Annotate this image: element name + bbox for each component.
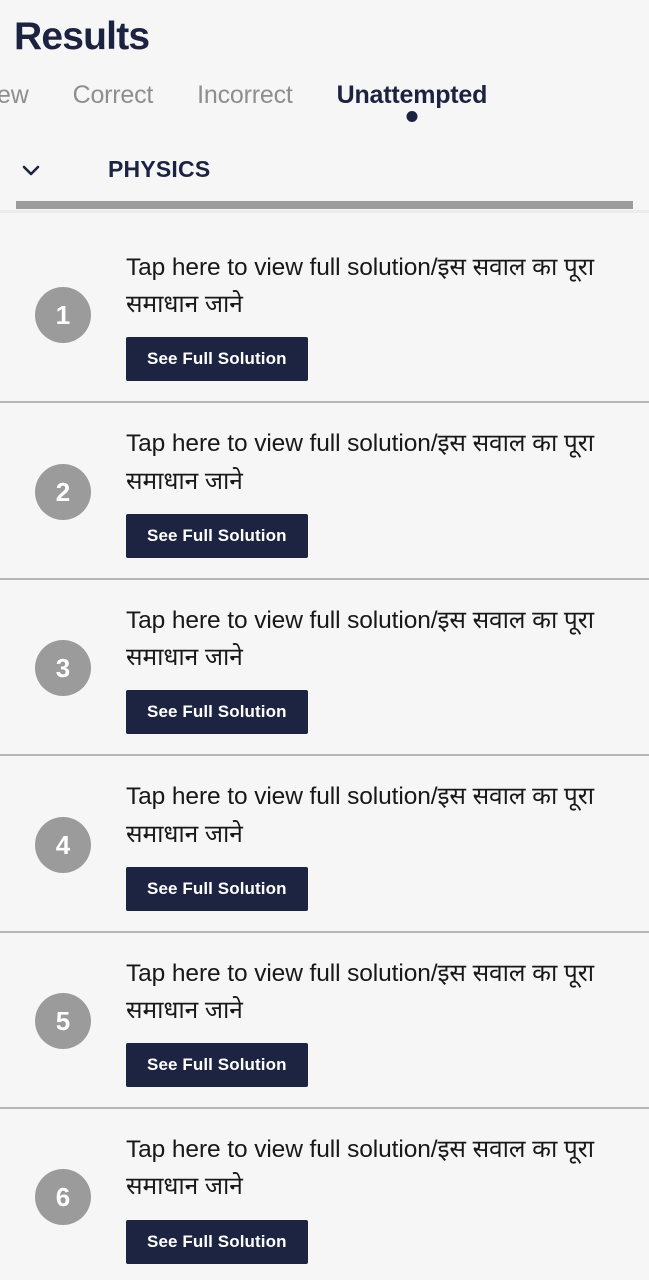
section-scrollbar[interactable] bbox=[0, 200, 649, 217]
question-text: Tap here to view full solution/इस सवाल क… bbox=[126, 253, 594, 319]
question-body: Tap here to view full solution/इस सवाल क… bbox=[126, 425, 639, 558]
see-full-solution-button[interactable]: See Full Solution bbox=[126, 513, 308, 558]
tab-unattempted-label: Unattempted bbox=[336, 80, 488, 109]
section-title: PHYSICS bbox=[108, 156, 211, 183]
results-page: Results Overview Correct Incorrect Unatt… bbox=[0, 0, 649, 1280]
question-list: 1 Tap here to view full solution/इस सवाल… bbox=[0, 227, 649, 1280]
question-number-cell: 6 bbox=[0, 1169, 126, 1226]
see-full-solution-button[interactable]: See Full Solution bbox=[126, 337, 308, 382]
question-number-badge: 3 bbox=[35, 640, 91, 697]
question-number-badge: 1 bbox=[35, 287, 91, 344]
see-full-solution-button[interactable]: See Full Solution bbox=[126, 1219, 308, 1264]
tab-correct[interactable]: Correct bbox=[73, 81, 154, 122]
table-row[interactable]: 5 Tap here to view full solution/इस सवाल… bbox=[0, 933, 649, 1110]
question-number-cell: 4 bbox=[0, 816, 126, 873]
table-row[interactable]: 4 Tap here to view full solution/इस सवाल… bbox=[0, 756, 649, 933]
tab-correct-label: Correct bbox=[72, 80, 154, 109]
question-body: Tap here to view full solution/इस सवाल क… bbox=[126, 1131, 639, 1264]
table-row[interactable]: 3 Tap here to view full solution/इस सवाल… bbox=[0, 580, 649, 757]
question-text: Tap here to view full solution/इस सवाल क… bbox=[126, 1136, 594, 1201]
question-number-badge: 5 bbox=[35, 993, 91, 1049]
question-text: Tap here to view full solution/इस सवाल क… bbox=[126, 959, 594, 1024]
see-full-solution-button[interactable]: See Full Solution bbox=[126, 866, 308, 911]
table-row[interactable]: 1 Tap here to view full solution/इस सवाल… bbox=[0, 227, 649, 404]
question-body: Tap here to view full solution/इस सवाल क… bbox=[126, 249, 639, 382]
page-title: Results bbox=[14, 15, 150, 58]
question-number-cell: 2 bbox=[0, 463, 126, 520]
tab-overview-label: Overview bbox=[0, 80, 29, 109]
tab-active-indicator-dot bbox=[406, 110, 418, 122]
tab-incorrect[interactable]: Incorrect bbox=[197, 80, 293, 122]
question-body: Tap here to view full solution/इस सवाल क… bbox=[126, 602, 639, 735]
tab-overview[interactable]: Overview bbox=[0, 81, 29, 122]
see-full-solution-button[interactable]: See Full Solution bbox=[126, 690, 308, 735]
tab-bar: Overview Correct Incorrect Unattempted bbox=[0, 81, 649, 143]
question-number-badge: 2 bbox=[35, 463, 91, 520]
question-number-cell: 5 bbox=[0, 993, 126, 1049]
question-number-cell: 1 bbox=[0, 287, 126, 344]
question-text: Tap here to view full solution/इस सवाल क… bbox=[126, 606, 594, 672]
question-text: Tap here to view full solution/इस सवाल क… bbox=[126, 783, 594, 848]
question-number-cell: 3 bbox=[0, 640, 126, 697]
table-row[interactable]: 2 Tap here to view full solution/इस सवाल… bbox=[0, 403, 649, 580]
table-row[interactable]: 6 Tap here to view full solution/इस सवाल… bbox=[0, 1109, 649, 1280]
tab-bar-scroll[interactable]: Overview Correct Incorrect Unattempted bbox=[0, 81, 487, 122]
section-header-physics[interactable]: PHYSICS bbox=[0, 143, 649, 197]
question-body: Tap here to view full solution/इस सवाल क… bbox=[126, 955, 639, 1088]
question-text: Tap here to view full solution/इस सवाल क… bbox=[126, 430, 594, 495]
chevron-down-icon[interactable] bbox=[18, 157, 44, 183]
scrollbar-thumb[interactable] bbox=[16, 200, 633, 209]
tab-incorrect-label: Incorrect bbox=[197, 80, 293, 109]
tab-unattempted[interactable]: Unattempted bbox=[336, 80, 488, 122]
question-number-badge: 4 bbox=[35, 816, 91, 873]
see-full-solution-button[interactable]: See Full Solution bbox=[126, 1043, 308, 1088]
scrollbar-track bbox=[0, 209, 649, 213]
question-body: Tap here to view full solution/इस सवाल क… bbox=[126, 778, 639, 911]
question-number-badge: 6 bbox=[35, 1169, 91, 1226]
